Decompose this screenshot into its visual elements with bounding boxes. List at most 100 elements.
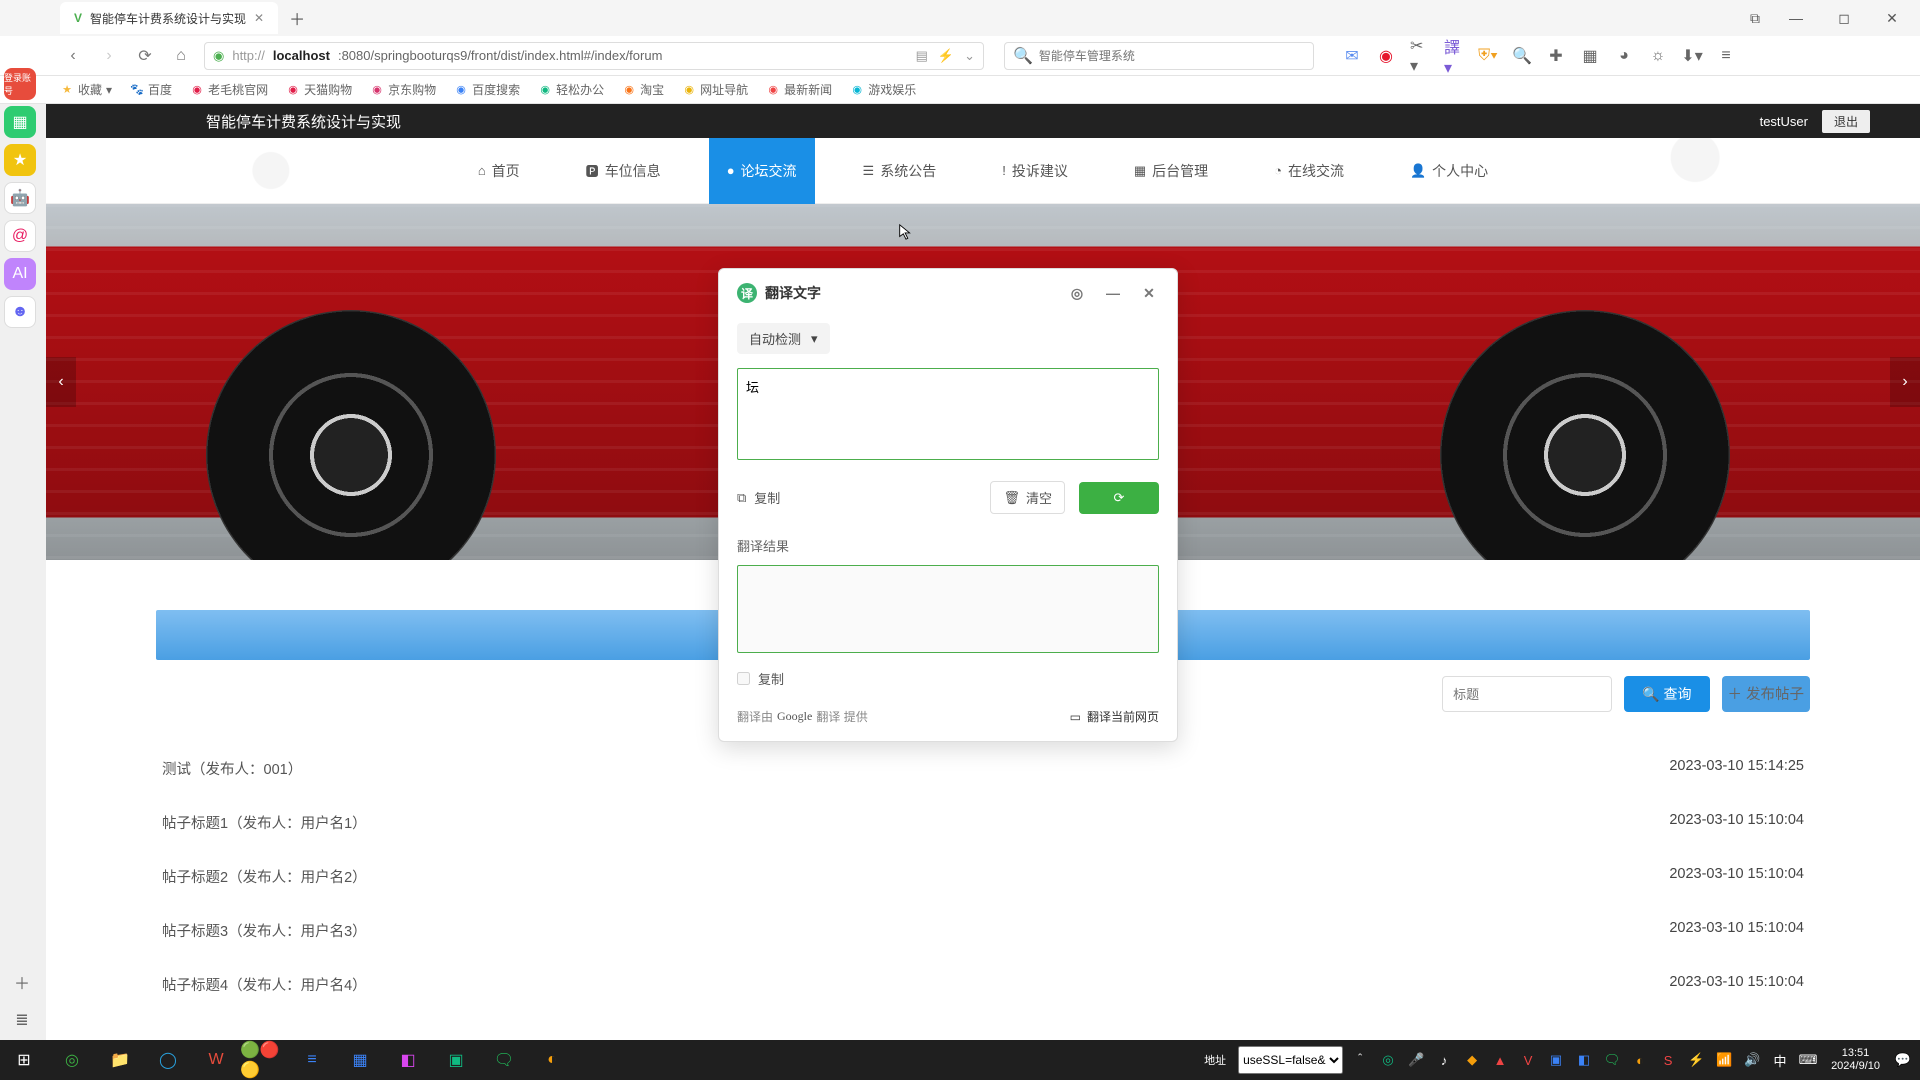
tray-icon[interactable]: V [1517,1049,1539,1071]
taskbar-app[interactable]: ▣ [432,1040,480,1080]
color-icon[interactable]: ◕ [1614,46,1634,66]
dock-icon[interactable]: AI [4,258,36,290]
nav-item[interactable]: ⌂首页 [460,138,538,204]
address-bar[interactable]: ◉ http://localhost:8080/springbooturqs9/… [204,42,984,70]
post-row[interactable]: 帖子标题3（发布人：用户名3）2023-03-10 15:10:04 [156,904,1810,958]
bookmark-item[interactable]: ◉网址导航 [682,81,748,98]
dock-icon[interactable]: ☻ [4,296,36,328]
carousel-prev-icon[interactable]: ‹ [46,357,76,407]
bookmark-item[interactable]: ◉轻松办公 [538,81,604,98]
dock-icon[interactable]: 登录账号 [4,68,36,100]
post-row[interactable]: 帖子标题2（发布人：用户名2）2023-03-10 15:10:04 [156,850,1810,904]
tray-wifi-icon[interactable]: 📶 [1713,1049,1735,1071]
pin-icon[interactable]: ⧉ [1740,2,1770,34]
clear-button[interactable]: 🗑清空 [990,481,1065,514]
mail-icon[interactable]: ✉ [1342,46,1362,66]
weibo-icon[interactable]: ◉ [1376,46,1396,66]
popup-close-icon[interactable]: ✕ [1139,283,1159,303]
window-close-icon[interactable]: ✕ [1870,2,1914,34]
taskbar-app[interactable]: ◯ [144,1040,192,1080]
dock-add-icon[interactable]: ＋ [8,968,36,996]
bookmark-item[interactable]: ◉淘宝 [622,81,664,98]
taskbar-app[interactable]: ▦ [336,1040,384,1080]
tray-icon[interactable]: ⚡ [1685,1049,1707,1071]
bookmark-item[interactable]: ◉游戏娱乐 [850,81,916,98]
tray-icon[interactable]: S [1657,1049,1679,1071]
nav-item[interactable]: 🅿车位信息 [568,138,679,204]
taskbar-app[interactable]: ◐ [528,1040,576,1080]
tray-keyboard-icon[interactable]: ⌨ [1797,1049,1819,1071]
copy-button[interactable]: ⧉复制 [737,488,780,507]
carousel-next-icon[interactable]: › [1890,357,1920,407]
nav-item[interactable]: ◔在线交流 [1256,138,1362,204]
tab-close-icon[interactable]: ✕ [254,11,264,25]
tray-icon[interactable]: ◧ [1573,1049,1595,1071]
tray-icon[interactable]: ▲ [1489,1049,1511,1071]
tray-ime-icon[interactable]: 中 [1769,1049,1791,1071]
bookmark-item[interactable]: ◉老毛桃官网 [190,81,268,98]
grid-icon[interactable]: ▦ [1580,46,1600,66]
translate-go-button[interactable]: ⟳ [1079,482,1159,514]
tray-notifications-icon[interactable]: 💬 [1892,1049,1914,1071]
post-row[interactable]: 帖子标题1（发布人：用户名1）2023-03-10 15:10:04 [156,796,1810,850]
popup-target-icon[interactable]: ◎ [1067,283,1087,303]
translate-input[interactable]: 坛 [737,368,1159,460]
bookmarks-label[interactable]: ★收藏 ▾ [60,81,112,98]
translate-icon[interactable]: 譯▾ [1444,46,1464,66]
bookmark-item[interactable]: ◉百度搜索 [454,81,520,98]
nav-item[interactable]: ●论坛交流 [709,138,815,204]
nav-reload-icon[interactable]: ⟳ [132,43,158,69]
status-combo[interactable]: useSSL=false& [1238,1046,1343,1074]
copy-result-button[interactable]: 复制 [737,669,784,688]
translate-page-button[interactable]: ▭翻译当前网页 [1070,708,1159,725]
dock-list-icon[interactable]: ≣ [8,1006,36,1034]
tray-clock[interactable]: 13:512024/9/10 [1825,1047,1886,1073]
browser-tab[interactable]: V 智能停车计费系统设计与实现 ✕ [60,2,278,34]
post-row[interactable]: 帖子标题4（发布人：用户名4）2023-03-10 15:10:04 [156,958,1810,1012]
bookmark-item[interactable]: ◉最新新闻 [766,81,832,98]
taskbar-app[interactable]: 🗨 [480,1040,528,1080]
download-icon[interactable]: ⬇▾ [1682,46,1702,66]
nav-item[interactable]: !投诉建议 [984,138,1086,204]
search-button[interactable]: 🔍查询 [1624,676,1709,712]
qr-icon[interactable]: ▤ [916,48,928,64]
start-button[interactable]: ⊞ [0,1040,48,1080]
dock-icon[interactable]: 🤖 [4,182,36,214]
sun-icon[interactable]: ☼ [1648,46,1668,66]
nav-item[interactable]: ▦后台管理 [1116,138,1226,204]
nav-item[interactable]: 👤个人中心 [1392,138,1506,204]
window-minimize-icon[interactable]: — [1774,2,1818,34]
bookmark-item[interactable]: ◉京东购物 [370,81,436,98]
nav-item[interactable]: ☰系统公告 [845,138,955,204]
tray-icon[interactable]: 🗨 [1601,1049,1623,1071]
flash-icon[interactable]: ⚡ [938,48,954,64]
window-maximize-icon[interactable]: ◻ [1822,2,1866,34]
nav-home-icon[interactable]: ⌂ [168,43,194,69]
post-row[interactable]: 测试（发布人：001）2023-03-10 15:14:25 [156,742,1810,796]
chevron-down-icon[interactable]: ⌄ [964,48,975,64]
browser-search-input[interactable] [1039,49,1305,63]
browser-search[interactable]: 🔍 [1004,42,1314,70]
dock-icon[interactable]: ★ [4,144,36,176]
dock-icon[interactable]: ▦ [4,106,36,138]
zoom-icon[interactable]: 🔍 [1512,46,1532,66]
tray-icon[interactable]: ♪ [1433,1049,1455,1071]
language-select[interactable]: 自动检测▾ [737,323,830,354]
taskbar-app[interactable]: ≡ [288,1040,336,1080]
taskbar-app[interactable]: ◎ [48,1040,96,1080]
tray-icon[interactable]: ◆ [1461,1049,1483,1071]
tray-icon[interactable]: ◐ [1629,1049,1651,1071]
taskbar-app[interactable]: 🟢🔴🟡 [240,1040,288,1080]
taskbar-app[interactable]: 📁 [96,1040,144,1080]
post-button[interactable]: ＋发布帖子 [1722,676,1811,712]
taskbar-app[interactable]: W [192,1040,240,1080]
extensions-icon[interactable]: ✚ [1546,46,1566,66]
logout-button[interactable]: 退出 [1822,110,1870,133]
nav-back-icon[interactable]: ‹ [60,43,86,69]
tray-icon[interactable]: 🎤 [1405,1049,1427,1071]
scissors-icon[interactable]: ✂▾ [1410,46,1430,66]
bookmark-item[interactable]: ◉天猫购物 [286,81,352,98]
bookmark-item[interactable]: 🐾百度 [130,81,172,98]
tray-icon[interactable]: ◎ [1377,1049,1399,1071]
popup-minimize-icon[interactable]: — [1103,283,1123,303]
